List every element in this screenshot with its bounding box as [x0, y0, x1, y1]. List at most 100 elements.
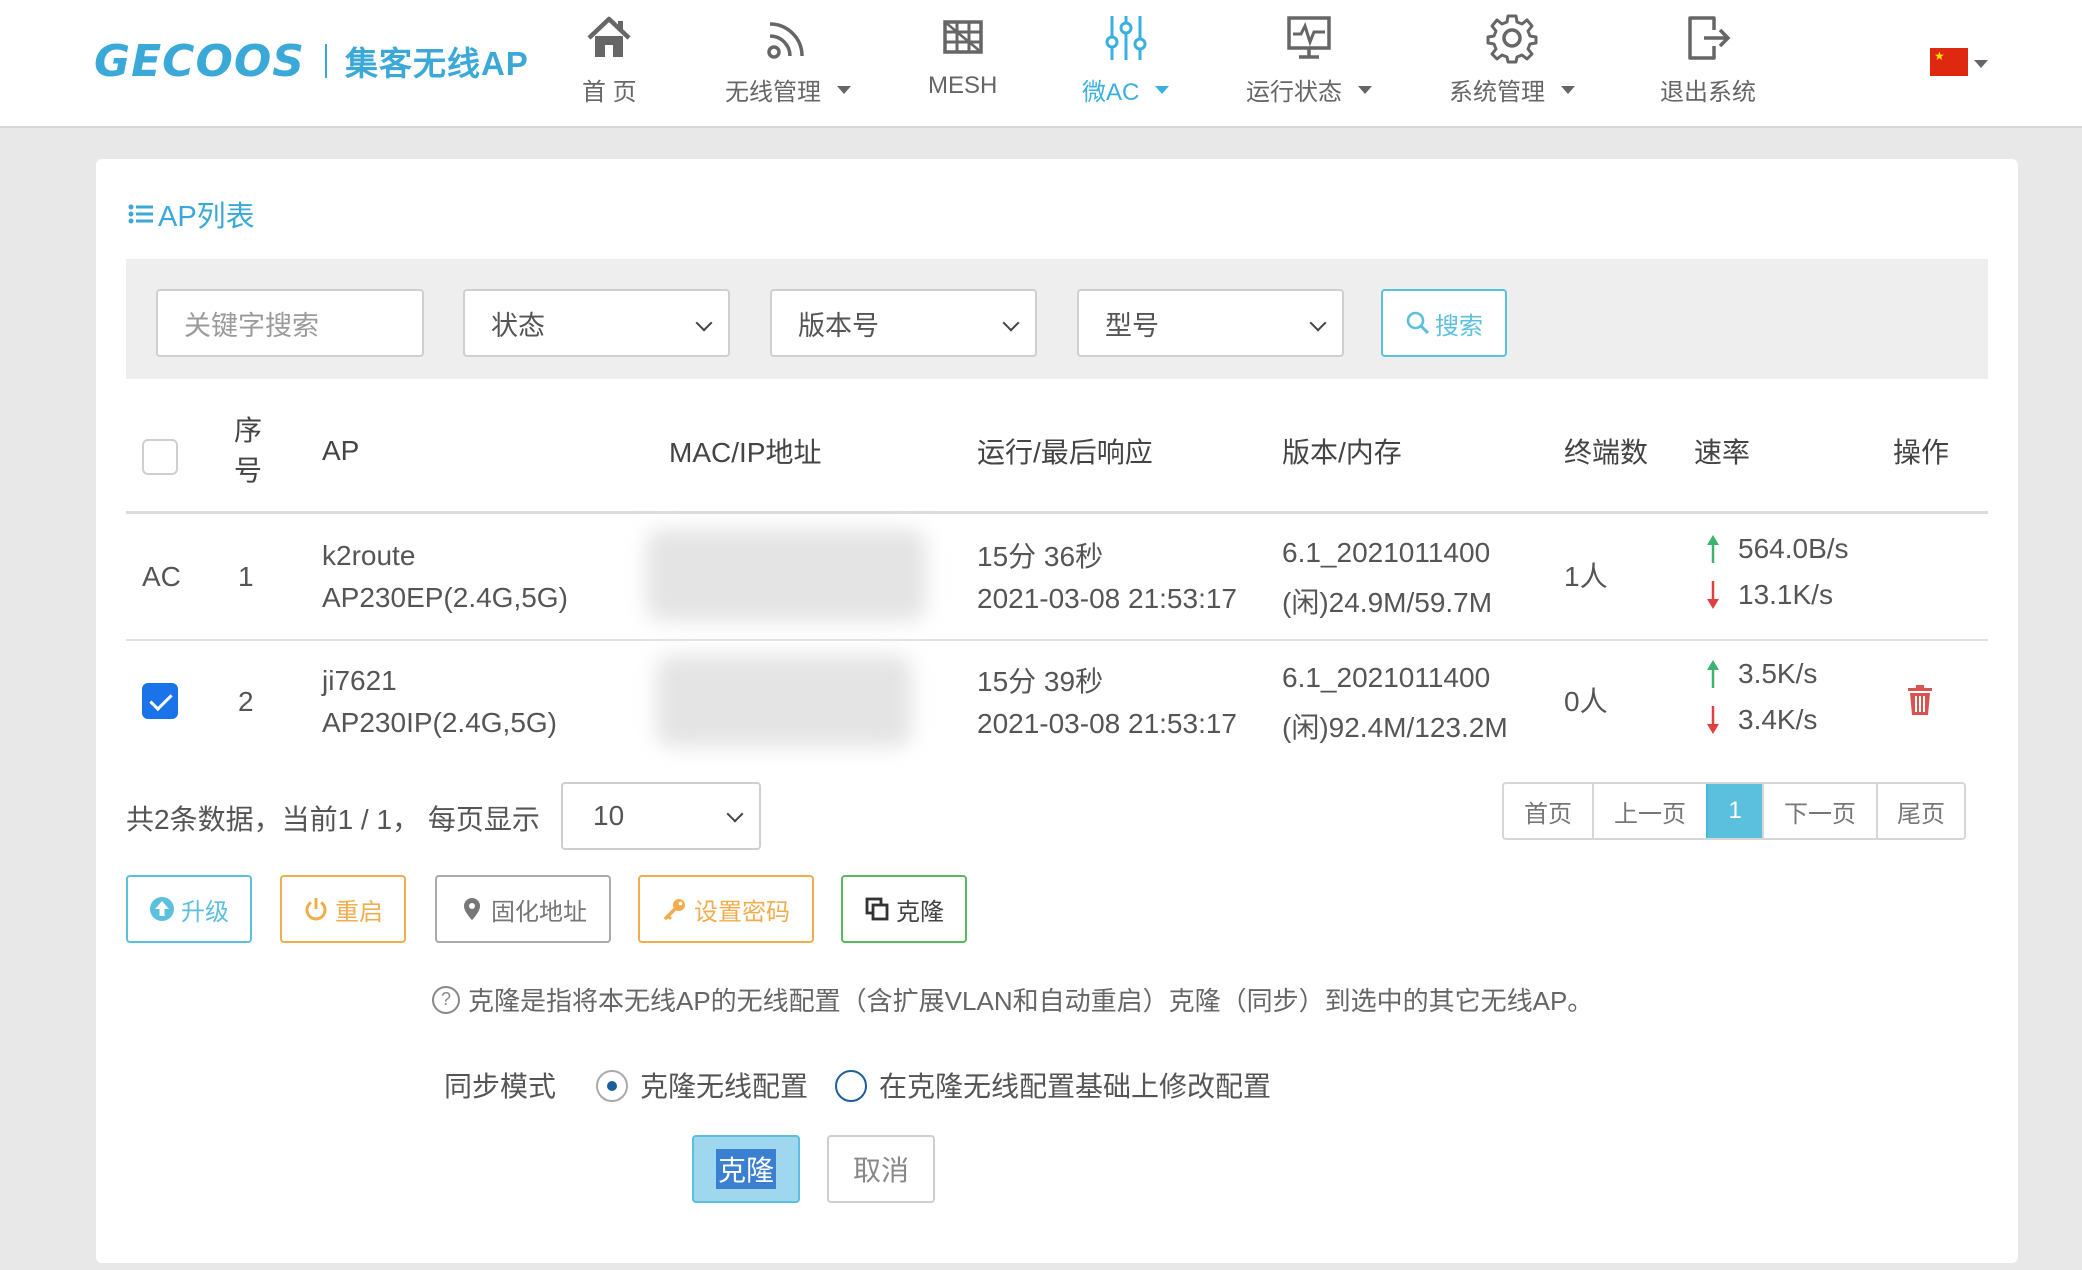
model-select[interactable]: 型号: [1077, 289, 1344, 357]
trash-icon[interactable]: [1908, 685, 1932, 715]
clone-confirm-button[interactable]: 克隆: [692, 1135, 800, 1203]
table-header-divider: [126, 511, 1988, 514]
card-title: AP列表: [128, 193, 255, 235]
brand-logo[interactable]: GECOOS 集客无线AP: [94, 36, 529, 87]
filter-bar: 关键字搜索 状态 版本号 型号 搜索: [126, 259, 1988, 379]
pagination-summary: 共2条数据，当前1 / 1， 每页显示: [126, 804, 540, 835]
reboot-button[interactable]: 重启: [280, 875, 406, 943]
nav-micro-ac[interactable]: 微AC: [1082, 12, 1170, 112]
page-next-button[interactable]: 下一页: [1762, 784, 1876, 838]
rate-download-value: 13.1K/s: [1738, 579, 1833, 610]
rate-upload-value: 3.5K/s: [1738, 658, 1818, 689]
nav-wireless-management[interactable]: 无线管理: [725, 12, 851, 112]
radio-clone-wireless-label[interactable]: 克隆无线配置: [640, 1065, 808, 1105]
radio-clone-modify-label[interactable]: 在克隆无线配置基础上修改配置: [879, 1065, 1271, 1105]
set-password-button[interactable]: 设置密码: [638, 875, 814, 943]
chevron-down-icon: [695, 314, 713, 332]
language-dropdown-caret[interactable]: [1974, 60, 1988, 68]
header-actions: 操作: [1893, 437, 1950, 468]
uptime: 15分 36秒: [977, 541, 1104, 572]
pagination: 首页 上一页 1 下一页 尾页: [1502, 782, 1966, 840]
ap-name[interactable]: k2route: [322, 534, 415, 578]
firmware-version: 6.1_2021011400: [1282, 662, 1491, 693]
mac-ip-redacted: [656, 655, 912, 747]
chevron-down-icon: [1561, 85, 1575, 94]
upload-circle-icon: [150, 897, 174, 921]
nav-running-status[interactable]: 运行状态: [1246, 12, 1372, 112]
nav-running-status-label: 运行状态: [1246, 79, 1342, 106]
row-checkbox[interactable]: [142, 683, 178, 719]
nav-logout[interactable]: 退出系统: [1660, 12, 1756, 112]
chevron-down-icon: [726, 805, 744, 823]
fix-address-button[interactable]: 固化地址: [435, 875, 611, 943]
version-select[interactable]: 版本号: [770, 289, 1037, 357]
nav-mesh[interactable]: MESH: [928, 12, 997, 112]
cancel-button[interactable]: 取消: [827, 1135, 935, 1203]
page-current-button[interactable]: 1: [1706, 784, 1762, 838]
header-mac-ip[interactable]: MAC/IP地址: [669, 389, 821, 513]
chevron-down-icon: [1002, 314, 1020, 332]
power-icon: [305, 898, 327, 921]
brand-subtitle: 集客无线AP: [344, 45, 529, 82]
clone-hint: ? 克隆是指将本无线AP的无线配置（含扩展VLAN和自动重启）克隆（同步）到选中…: [432, 981, 1593, 1018]
page-size-value: 10: [593, 800, 625, 831]
header-ap[interactable]: AP: [322, 389, 359, 513]
upgrade-button-label: 升级: [181, 898, 229, 926]
keyword-search-input[interactable]: 关键字搜索: [156, 289, 424, 357]
radio-clone-modify[interactable]: [835, 1070, 867, 1102]
select-all-checkbox[interactable]: [142, 439, 178, 475]
arrow-up-icon: [1707, 660, 1719, 688]
row-tag: AC: [142, 561, 181, 592]
ap-model: AP230EP(2.4G,5G): [322, 582, 568, 613]
page-last-button[interactable]: 尾页: [1876, 784, 1964, 838]
help-icon: ?: [432, 985, 460, 1014]
page-prev-button[interactable]: 上一页: [1592, 784, 1706, 838]
nav-mesh-label: MESH: [928, 72, 998, 99]
radio-clone-wireless[interactable]: [596, 1070, 628, 1102]
wifi-icon: [767, 22, 804, 59]
client-count[interactable]: 1人: [1564, 555, 1608, 599]
nav-system-management[interactable]: 系统管理: [1449, 12, 1575, 112]
nav-home-label: 首 页: [582, 79, 637, 106]
mac-ip-redacted: [646, 529, 926, 621]
row-divider: [126, 639, 1988, 641]
search-button[interactable]: 搜索: [1381, 289, 1507, 357]
upgrade-button[interactable]: 升级: [126, 875, 252, 943]
header-rate[interactable]: 速率: [1694, 389, 1750, 513]
sliders-icon: [1105, 16, 1147, 60]
nav-system-management-label: 系统管理: [1449, 79, 1545, 106]
header-clients[interactable]: 终端数: [1564, 389, 1648, 513]
mesh-icon: [942, 20, 983, 54]
status-select-value: 状态: [491, 310, 545, 341]
search-icon: [1406, 311, 1430, 335]
nav-micro-ac-label: 微AC: [1082, 79, 1140, 106]
card-title-text: AP列表: [158, 201, 255, 233]
cn-flag-icon[interactable]: ★: [1930, 48, 1968, 76]
table-bottom: [126, 763, 1988, 764]
chevron-down-icon: [1309, 314, 1327, 332]
nav-wireless-label: 无线管理: [725, 79, 821, 106]
clone-action-button-label: 克隆: [896, 898, 944, 926]
search-button-label: 搜索: [1435, 312, 1483, 340]
uptime: 15分 39秒: [977, 666, 1104, 697]
status-select[interactable]: 状态: [463, 289, 730, 357]
nav-home[interactable]: 首 页: [582, 12, 637, 112]
set-password-button-label: 设置密码: [694, 898, 790, 926]
client-count[interactable]: 0人: [1564, 680, 1608, 724]
ap-model: AP230IP(2.4G,5G): [322, 707, 558, 738]
clone-action-button[interactable]: 克隆: [841, 875, 967, 943]
ap-name[interactable]: ji7621: [322, 659, 397, 703]
ap-list-card: AP列表 关键字搜索 状态 版本号 型号 搜索 序号 AP MAC/IP地址 运…: [96, 159, 2018, 1263]
row-index: 1: [238, 561, 254, 592]
memory-usage: (闲)92.4M/123.2M: [1282, 712, 1508, 743]
header-runtime[interactable]: 运行/最后响应: [977, 389, 1153, 513]
clone-hint-text: 克隆是指将本无线AP的无线配置（含扩展VLAN和自动重启）克隆（同步）到选中的其…: [468, 986, 1594, 1016]
top-navigation-bar: GECOOS 集客无线AP 首 页 无线管理 MESH 微AC 运行状态 系统管…: [0, 0, 2082, 128]
page-size-select[interactable]: 10: [561, 782, 761, 850]
header-version-memory[interactable]: 版本/内存: [1282, 389, 1402, 513]
memory-usage: (闲)24.9M/59.7M: [1282, 587, 1493, 618]
chevron-down-icon: [1155, 85, 1170, 94]
page-first-button[interactable]: 首页: [1504, 784, 1592, 838]
header-index: 序号: [234, 415, 263, 486]
map-marker-icon: [464, 898, 480, 920]
